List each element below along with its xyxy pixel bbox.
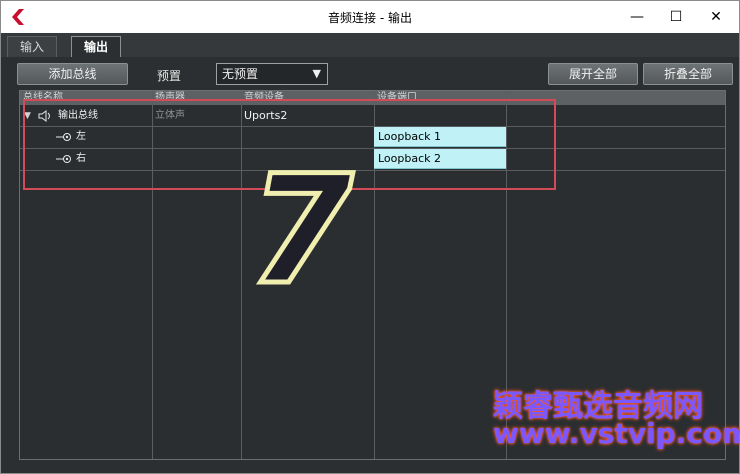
title-bar: 音频连接 - 输出 — ☐ ✕ — [1, 1, 739, 33]
step-number-text: 7 — [249, 156, 354, 296]
preset-label: 预置 — [157, 69, 182, 83]
maximize-icon: ☐ — [669, 9, 683, 25]
minimize-button[interactable]: — — [619, 1, 655, 33]
minimize-icon: — — [630, 9, 644, 25]
tab-input[interactable]: 输入 — [7, 36, 58, 57]
watermark: 颖睿甄选音频网 www.vstvip.com — [493, 381, 740, 461]
collapse-all-button[interactable]: 折叠全部 — [643, 63, 733, 85]
tab-strip: 输入 输出 — [1, 33, 739, 57]
watermark-url: www.vstvip.com — [493, 417, 740, 450]
add-bus-button[interactable]: 添加总线 — [17, 63, 128, 85]
close-button[interactable]: ✕ — [698, 1, 734, 33]
toolbar: 添加总线 预置 无预置 ▼ 展开全部 折叠全部 — [1, 57, 739, 89]
tab-output[interactable]: 输出 — [71, 36, 122, 57]
dropdown-arrow-icon: ▼ — [312, 67, 321, 80]
preset-select[interactable]: 无预置 ▼ — [216, 63, 328, 85]
audio-connections-window: 音频连接 - 输出 — ☐ ✕ 输入 输出 添加总线 预置 无预置 ▼ 展开全部… — [0, 0, 740, 474]
close-icon: ✕ — [710, 9, 722, 25]
preset-value: 无预置 — [222, 67, 259, 81]
step-number-overlay: 7 — [246, 156, 356, 296]
maximize-button[interactable]: ☐ — [658, 1, 694, 33]
expand-all-button[interactable]: 展开全部 — [548, 63, 638, 85]
